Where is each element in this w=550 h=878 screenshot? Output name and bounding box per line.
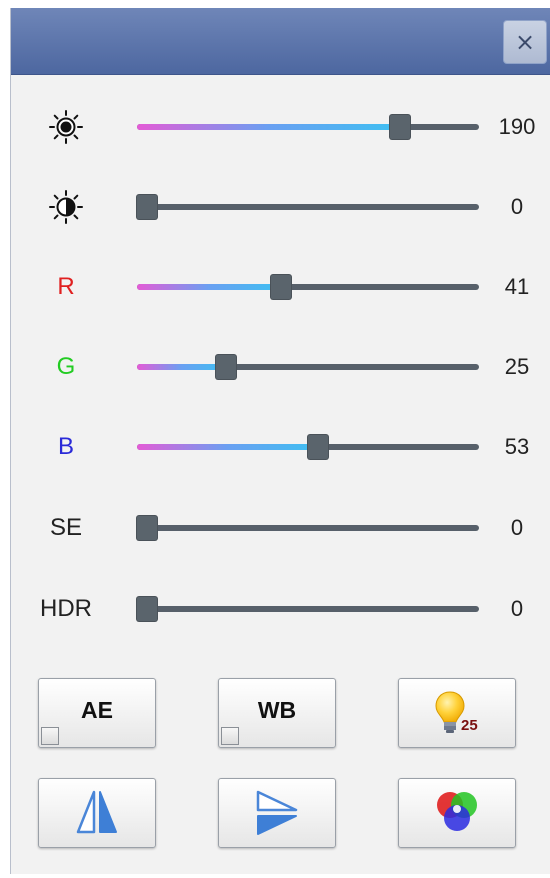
slider-thumb[interactable] [137,516,157,540]
slider-thumb[interactable] [270,275,291,299]
white-balance-label: WB [257,697,297,723]
white-balance-button[interactable]: WB [218,678,336,748]
white-balance-checkbox[interactable] [221,727,239,745]
slider-thumb[interactable] [215,355,236,379]
slider-fill [137,364,226,370]
blue-value: 53 [504,434,530,459]
se-label: SE [49,514,82,541]
red-row: R 41 [11,257,550,317]
light-level-value: 25 [461,717,478,734]
contrast-icon [31,189,101,225]
camera-settings-panel: × 190 0 R 41 G 25 B 53 SE 0 HDR 0 AE WB … [10,8,550,874]
se-slider[interactable] [137,508,479,548]
brightness-icon [31,109,101,145]
se-value: 0 [510,515,524,540]
flip-horizontal-icon [39,779,155,847]
auto-exposure-button[interactable]: AE [38,678,156,748]
title-bar: × [11,8,550,75]
hdr-row: HDR 0 [11,579,550,639]
flip-horizontal-button[interactable] [38,778,156,848]
green-row: G 25 [11,337,550,397]
flip-vertical-button[interactable] [218,778,336,848]
hdr-label: HDR [40,595,92,622]
light-bulb-icon [399,679,515,747]
hdr-value: 0 [510,596,524,621]
red-value: 41 [504,274,530,299]
contrast-slider[interactable] [137,187,479,227]
red-label: R [57,273,75,300]
slider-thumb[interactable] [137,597,157,621]
brightness-value: 190 [498,114,536,139]
se-row: SE 0 [11,498,550,558]
slider-track [137,204,479,210]
slider-track [137,606,479,612]
contrast-row: 0 [11,177,550,237]
green-label: G [56,353,76,380]
slider-thumb[interactable] [137,195,157,219]
close-button[interactable]: × [503,20,547,64]
flip-vertical-icon [219,779,335,847]
green-value: 25 [504,354,530,379]
color-mode-button[interactable] [398,778,516,848]
slider-thumb[interactable] [308,435,329,459]
slider-fill [137,444,319,450]
hdr-slider[interactable] [137,589,479,629]
blue-slider[interactable] [137,427,479,467]
brightness-row: 190 [11,97,550,157]
brightness-slider[interactable] [137,107,479,147]
slider-track [137,525,479,531]
light-button[interactable]: 25 [398,678,516,748]
auto-exposure-label: AE [81,697,113,723]
contrast-value: 0 [510,194,524,219]
rgb-circles-icon [399,779,515,847]
blue-label: B [57,433,74,460]
blue-row: B 53 [11,417,550,477]
red-slider[interactable] [137,267,479,307]
slider-fill [137,124,401,130]
auto-exposure-checkbox[interactable] [41,727,59,745]
slider-thumb[interactable] [390,115,411,139]
slider-fill [137,284,281,290]
green-slider[interactable] [137,347,479,387]
